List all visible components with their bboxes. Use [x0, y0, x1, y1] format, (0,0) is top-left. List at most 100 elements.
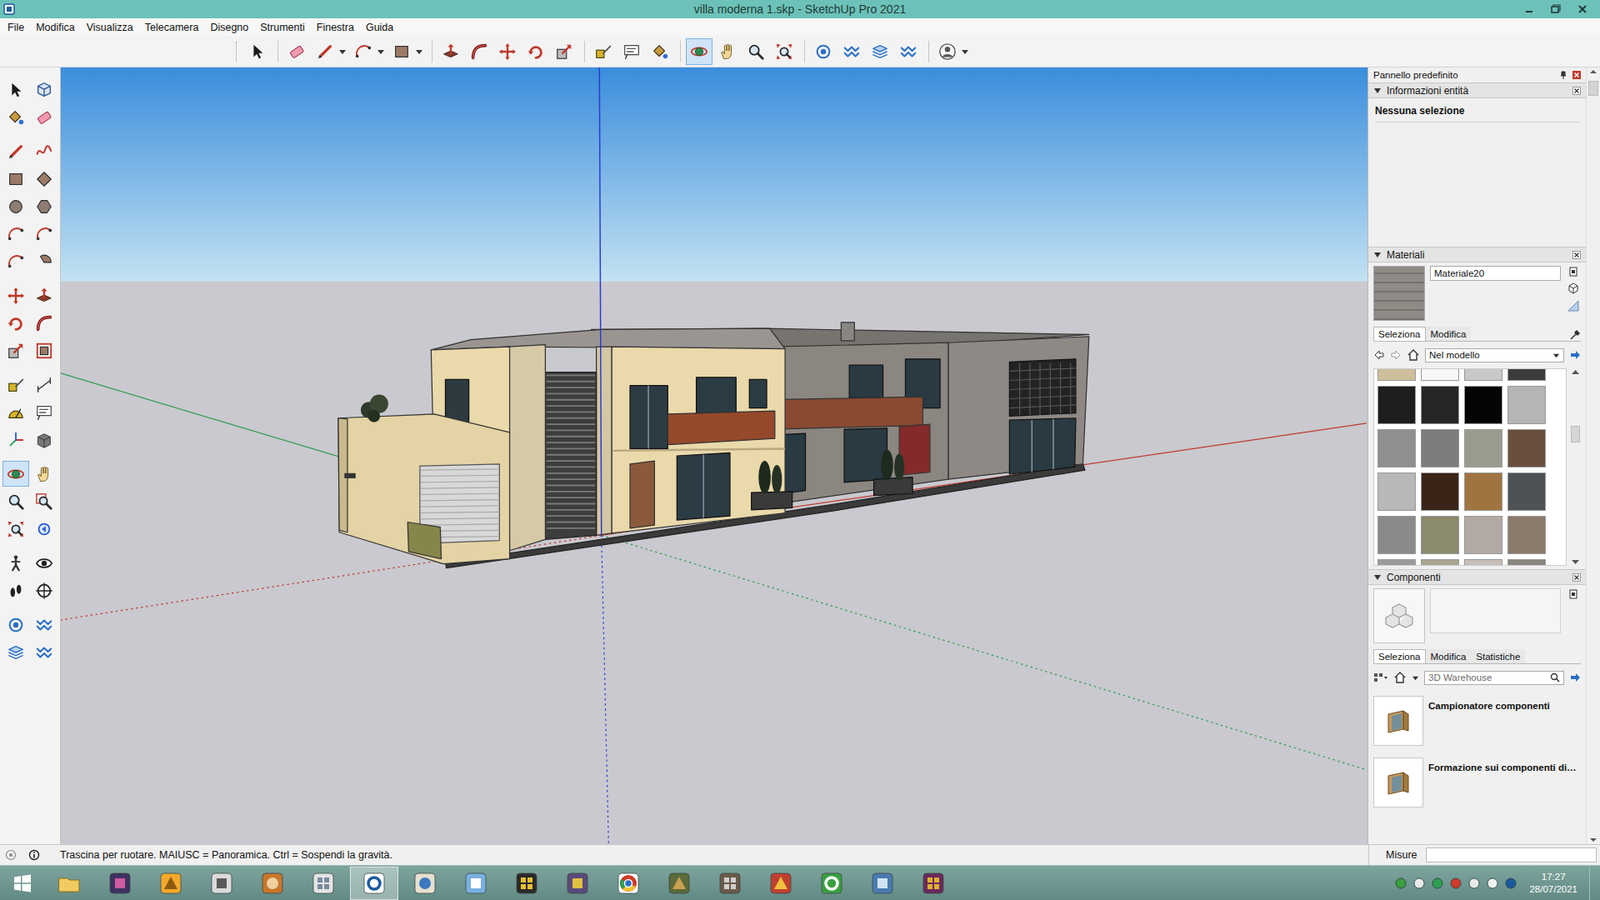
taskbar-app[interactable] — [807, 866, 856, 900]
menu-item[interactable]: Strumenti — [254, 21, 311, 34]
expand-arrow-icon[interactable] — [1373, 573, 1382, 582]
tool-button[interactable] — [2, 426, 30, 453]
material-swatch[interactable] — [1464, 472, 1503, 511]
close-icon[interactable] — [1572, 250, 1581, 260]
create-material-icon[interactable] — [1567, 265, 1580, 278]
toolbar-button[interactable] — [714, 38, 741, 65]
material-swatch[interactable] — [1377, 429, 1416, 468]
tab[interactable]: Seleziona — [1373, 649, 1426, 664]
scroll-down-icon[interactable] — [1570, 558, 1580, 566]
toolbar-button[interactable] — [618, 38, 645, 65]
view-options-icon[interactable] — [1373, 671, 1389, 684]
toolbar-button[interactable] — [350, 38, 377, 65]
toolbar-button[interactable] — [388, 38, 415, 65]
toolbar-button[interactable] — [685, 38, 713, 65]
home-icon[interactable] — [1393, 670, 1407, 685]
taskbar-app[interactable] — [705, 866, 755, 900]
search-icon[interactable] — [1550, 672, 1560, 683]
component-item[interactable]: Campionatore componenti — [1373, 695, 1581, 750]
tool-button[interactable] — [2, 220, 30, 247]
minimize-icon[interactable] — [1518, 1, 1540, 17]
expand-arrow-icon[interactable] — [1373, 86, 1382, 95]
toolbar-button[interactable] — [810, 38, 837, 65]
tool-button[interactable] — [2, 282, 30, 309]
toolbar-button[interactable] — [494, 38, 521, 65]
material-swatch[interactable] — [1464, 368, 1503, 381]
material-swatch[interactable] — [1420, 515, 1460, 555]
material-swatch[interactable] — [1420, 559, 1460, 566]
tool-button[interactable] — [2, 460, 30, 487]
menu-item[interactable]: Disegno — [204, 21, 255, 34]
close-icon[interactable] — [1572, 573, 1581, 582]
tool-button[interactable] — [30, 138, 58, 165]
material-swatch[interactable] — [1464, 429, 1503, 468]
taskbar-app[interactable] — [655, 866, 704, 900]
tool-button[interactable] — [2, 138, 30, 165]
material-swatch[interactable] — [1507, 368, 1546, 381]
scroll-thumb[interactable] — [1570, 425, 1580, 443]
tool-button[interactable] — [30, 577, 58, 604]
model-scene[interactable] — [60, 67, 1368, 845]
taskbar-app[interactable] — [756, 866, 805, 900]
details-icon[interactable] — [1569, 349, 1581, 361]
toolbar-button[interactable] — [522, 38, 550, 65]
toolbar-button[interactable] — [465, 38, 493, 65]
tool-button[interactable] — [2, 550, 30, 576]
scroll-down-icon[interactable] — [1587, 835, 1600, 845]
taskbar-app[interactable] — [553, 866, 602, 900]
tool-button[interactable] — [2, 488, 30, 515]
tool-button[interactable] — [2, 399, 30, 425]
tool-button[interactable] — [30, 426, 58, 453]
eyedropper-icon[interactable] — [1569, 329, 1581, 341]
tool-button[interactable] — [30, 515, 58, 542]
clock[interactable]: 17:2728/07/2021 — [1522, 870, 1585, 896]
section-header[interactable]: Informazioni entità — [1368, 82, 1586, 99]
tool-button[interactable] — [30, 76, 58, 103]
tab[interactable]: Modifica — [1425, 326, 1472, 341]
tool-button[interactable] — [30, 460, 58, 487]
menu-item[interactable]: Guida — [360, 21, 400, 34]
component-item[interactable]: Formazione sui componenti di… — [1373, 757, 1581, 811]
taskbar-app[interactable] — [502, 866, 551, 900]
toolbar-button[interactable] — [590, 38, 617, 65]
details-icon[interactable] — [1569, 671, 1581, 684]
scrollbar[interactable] — [1585, 67, 1600, 845]
menu-item[interactable]: File — [1, 21, 30, 34]
close-icon[interactable] — [1572, 70, 1581, 80]
section-header[interactable]: Componenti — [1368, 569, 1586, 585]
options-icon[interactable] — [1567, 588, 1580, 600]
component-name-field[interactable] — [1430, 588, 1561, 634]
toolbar-button[interactable] — [742, 38, 770, 65]
material-swatch[interactable] — [1507, 515, 1546, 555]
tool-button[interactable] — [30, 104, 58, 130]
tool-button[interactable] — [2, 248, 30, 275]
material-swatch[interactable] — [1377, 472, 1416, 511]
tool-button[interactable] — [30, 282, 58, 309]
warehouse-search-field[interactable]: 3D Warehouse — [1424, 670, 1565, 685]
menu-item[interactable]: Modifica — [30, 21, 81, 34]
tool-button[interactable] — [30, 220, 58, 247]
material-swatch[interactable] — [1420, 368, 1460, 381]
material-swatch[interactable] — [1507, 429, 1546, 468]
tool-button[interactable] — [30, 248, 58, 275]
tray-icon[interactable] — [1394, 876, 1408, 890]
expand-arrow-icon[interactable] — [1373, 250, 1382, 260]
scroll-up-icon[interactable] — [1587, 67, 1600, 76]
material-preview[interactable] — [1373, 265, 1425, 321]
taskbar-app[interactable] — [248, 866, 297, 900]
section-header[interactable]: Materiali — [1368, 246, 1586, 263]
start-button[interactable] — [0, 865, 45, 900]
material-swatch[interactable] — [1507, 472, 1546, 511]
viewport[interactable] — [60, 67, 1368, 845]
back-icon[interactable] — [1373, 349, 1385, 361]
material-name-field[interactable]: Materiale20 — [1430, 265, 1561, 281]
dropdown-arrow-icon[interactable] — [376, 47, 385, 56]
menu-item[interactable]: Telecamera — [139, 21, 205, 34]
component-preview[interactable] — [1373, 588, 1425, 644]
toolbar-button[interactable] — [311, 38, 339, 65]
toolbar-button[interactable] — [646, 38, 674, 65]
tool-button[interactable] — [2, 104, 30, 130]
geo-location-icon[interactable] — [5, 849, 17, 861]
taskbar-app[interactable] — [146, 866, 195, 900]
menu-item[interactable]: Finestra — [310, 21, 360, 34]
